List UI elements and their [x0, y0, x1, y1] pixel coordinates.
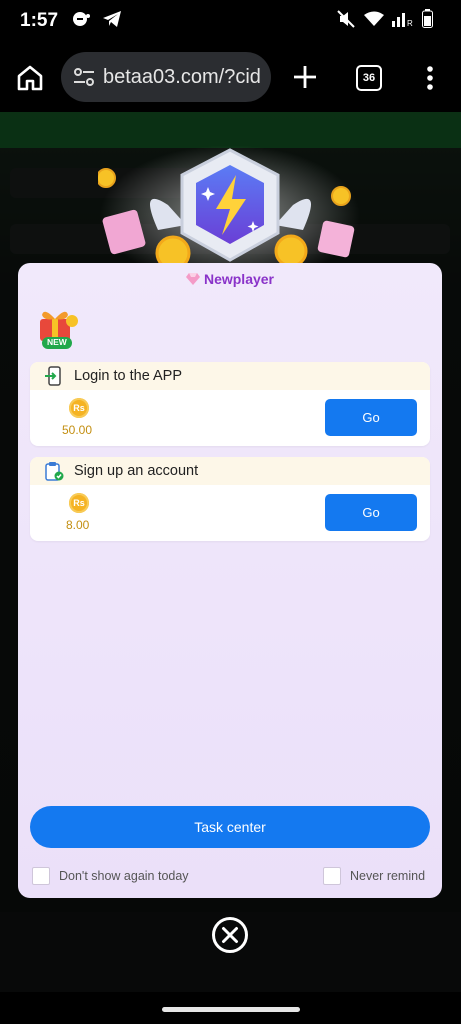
site-settings-icon[interactable]: [73, 67, 95, 87]
battery-icon: [422, 9, 433, 33]
gesture-navigation-bar: [0, 992, 461, 1024]
never-remind-checkbox[interactable]: [323, 867, 341, 885]
home-icon[interactable]: [14, 62, 46, 94]
browser-toolbar: betaa03.com/?cid 36: [0, 42, 461, 112]
address-bar[interactable]: betaa03.com/?cid: [61, 52, 271, 102]
more-vert-icon[interactable]: [424, 64, 436, 92]
task-card-signup: Sign up an account Rs 8.00 Go: [30, 457, 430, 541]
task-header: Login to the APP: [30, 362, 430, 390]
dont-show-today-checkbox[interactable]: [32, 867, 50, 885]
task-reward-amount: 50.00: [62, 423, 93, 437]
task-center-button[interactable]: Task center: [30, 806, 430, 848]
task-card-login: Login to the APP Rs 50.00 Go: [30, 362, 430, 446]
tabs-icon[interactable]: 36: [356, 65, 382, 91]
task-reward-amount: 8.00: [66, 518, 90, 532]
clipboard-check-icon: [44, 461, 64, 481]
new-gift-icon: NEW: [32, 307, 80, 351]
task-label: Login to the APP: [74, 368, 183, 384]
lightning-badge-icon: [98, 145, 360, 270]
go-button-login[interactable]: Go: [325, 399, 417, 436]
svg-text:R: R: [407, 19, 413, 27]
telegram-icon: [102, 10, 122, 33]
signal-icon: R: [392, 11, 414, 32]
go-button-signup[interactable]: Go: [325, 494, 417, 531]
dont-show-today-label: Don't show again today: [59, 869, 189, 883]
gem-icon: [185, 272, 200, 286]
new-badge: NEW: [47, 337, 67, 347]
alarm-off-icon: [72, 10, 92, 33]
url-text: betaa03.com/?cid: [103, 65, 261, 88]
dont-show-today-option[interactable]: Don't show again today: [32, 867, 189, 885]
plus-icon[interactable]: [290, 62, 320, 92]
never-remind-option[interactable]: Never remind: [323, 867, 425, 885]
status-time: 1:57: [20, 10, 59, 31]
login-app-icon: [44, 366, 64, 386]
task-label: Sign up an account: [74, 463, 199, 479]
mute-icon: [336, 9, 356, 33]
home-gesture-handle[interactable]: [162, 1007, 300, 1012]
close-icon[interactable]: [211, 916, 249, 954]
never-remind-label: Never remind: [350, 869, 426, 883]
status-bar: 1:57 R: [0, 0, 461, 42]
modal-header: Newplayer: [18, 271, 442, 287]
rupee-coin-icon: Rs: [69, 398, 89, 418]
rupee-coin-icon: Rs: [69, 493, 89, 513]
task-header: Sign up an account: [30, 457, 430, 485]
modal-title: Newplayer: [203, 271, 275, 287]
newplayer-modal: Newplayer NEW Login to the APP Rs 50.00 …: [18, 263, 442, 898]
wifi-icon: [364, 11, 384, 32]
